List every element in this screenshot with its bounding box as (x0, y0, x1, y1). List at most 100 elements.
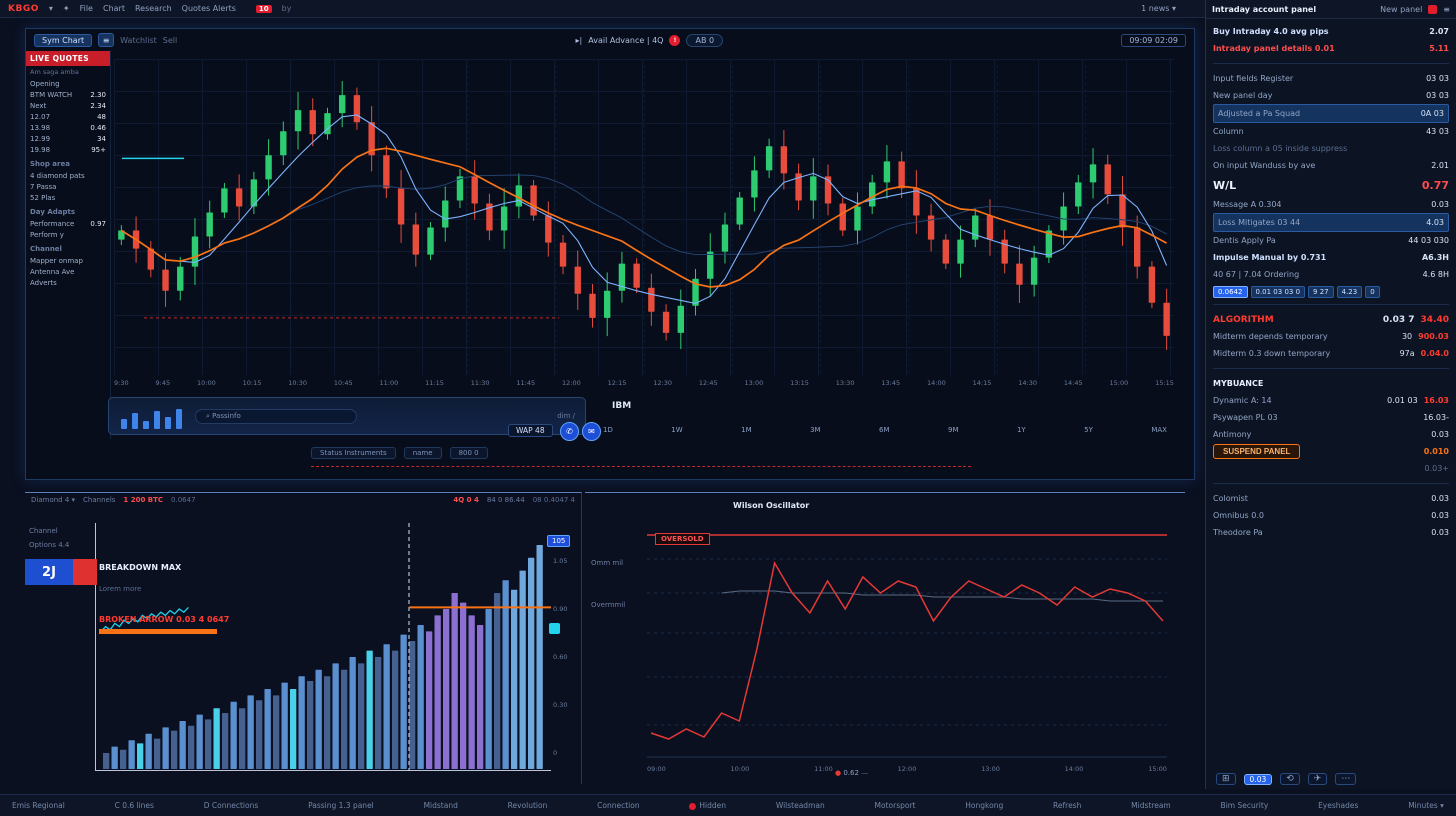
account-row[interactable]: Buy Intraday 4.0 avg pips2.07 (1213, 23, 1449, 40)
timeframe-1w[interactable]: 1W (669, 426, 684, 434)
watchlist-row[interactable]: Mapper onmap (26, 255, 110, 266)
account-row[interactable]: Midterm depends temporary30900.03 (1213, 328, 1449, 345)
watchlist-row[interactable]: 52 Plas (26, 192, 110, 203)
status-item-wilsteadman[interactable]: Wilsteadman (776, 801, 825, 810)
account-row[interactable]: Message A 0.3040.03 (1213, 196, 1449, 213)
account-row[interactable]: Midterm 0.3 down temporary97a0.04.0 (1213, 345, 1449, 362)
watchlist-row[interactable]: 4 diamond pats (26, 170, 110, 181)
status-item-emis-regional[interactable]: Emis Regional (12, 801, 65, 810)
account-row[interactable]: On input Wanduss by ave2.01 (1213, 157, 1449, 174)
value-chip[interactable]: 9 27 (1308, 286, 1334, 298)
value-chip[interactable]: 0.0642 (1213, 286, 1248, 298)
status-item-c-0-6-lines[interactable]: C 0.6 lines (115, 801, 154, 810)
call-icon[interactable]: ✆ (560, 422, 579, 441)
watchlist-row[interactable]: Performance0.97 (26, 218, 110, 229)
account-row[interactable]: 0.03+ (1213, 460, 1449, 477)
watchlist-row[interactable]: Perform y (26, 229, 110, 240)
status-item-d-connections[interactable]: D Connections (204, 801, 259, 810)
watchlist-row[interactable]: BTM WATCH2.30 (26, 89, 110, 100)
watchlist-row[interactable]: 13.980.46 (26, 122, 110, 133)
menu-item-chart[interactable]: Chart (103, 4, 125, 13)
breakdown-channels[interactable]: Channels (83, 496, 115, 504)
stats-badge[interactable]: 0.03 (1244, 774, 1273, 785)
watchlist-row[interactable]: Opening (26, 78, 110, 89)
breakdown-symbol[interactable]: Diamond 4 ▾ (31, 496, 75, 504)
grid-icon[interactable]: ⊞ (1216, 773, 1236, 785)
news-menu[interactable]: 1 news ▾ (1141, 4, 1176, 13)
watchlist-row[interactable]: 19.9895+ (26, 144, 110, 155)
chart-tab[interactable]: 800 0 (450, 447, 488, 459)
account-row[interactable]: Dentis Apply Pa44 03 030 (1213, 232, 1449, 249)
logo-caret-icon[interactable]: ▾ (49, 4, 53, 13)
alert-circle-icon[interactable]: ! (669, 35, 680, 46)
status-item-connection[interactable]: Connection (597, 801, 639, 810)
status-item-midstream[interactable]: Midstream (1131, 801, 1171, 810)
account-row[interactable]: Loss column a 05 inside suppress (1213, 140, 1449, 157)
account-row[interactable]: Input fields Register03 03 (1213, 70, 1449, 87)
wap-button[interactable]: WAP 48 (508, 424, 553, 437)
volume-bars-svg[interactable] (95, 523, 551, 771)
value-chip[interactable]: 0 (1365, 286, 1379, 298)
account-row[interactable]: Psywapen PL 0316.03- (1213, 409, 1449, 426)
search-input[interactable]: ⌕ Passinfo (195, 409, 357, 424)
refresh-icon[interactable]: ⟲ (1280, 773, 1300, 785)
watchlist-row[interactable]: 12.0748 (26, 111, 110, 122)
timeframe-1m[interactable]: 1M (739, 426, 754, 434)
status-item-motorsport[interactable]: Motorsport (875, 801, 916, 810)
watchlist-row[interactable]: Adverts (26, 277, 110, 288)
app-logo[interactable]: KBGO (8, 4, 39, 14)
account-row[interactable]: Omnibus 0.00.03 (1213, 507, 1449, 524)
candlestick-plot[interactable] (114, 59, 1174, 375)
level-chip[interactable]: 105 (547, 535, 570, 547)
account-row[interactable]: Column43 03 (1213, 123, 1449, 140)
status-item-refresh[interactable]: Refresh (1053, 801, 1081, 810)
send-icon[interactable]: ✈ (1308, 773, 1328, 785)
watchlist-row[interactable]: 7 Passa (26, 181, 110, 192)
position-size-box[interactable]: 2J (25, 559, 97, 585)
layout-menu-button[interactable]: ≡ (98, 33, 114, 47)
options-label[interactable]: Options 4.4 (29, 541, 69, 549)
symbol-chart-button[interactable]: Sym Chart (34, 34, 92, 47)
timeframe-1y[interactable]: 1Y (1015, 426, 1028, 434)
value-chip[interactable]: 4.23 (1337, 286, 1363, 298)
timeframe-3m[interactable]: 3M (808, 426, 823, 434)
status-item-bim-security[interactable]: Bim Security (1221, 801, 1269, 810)
status-item-revolution[interactable]: Revolution (508, 801, 548, 810)
status-item-hongkong[interactable]: Hongkong (965, 801, 1003, 810)
account-row[interactable]: Antimony0.03 (1213, 426, 1449, 443)
menu-item-file[interactable]: File (80, 4, 93, 13)
account-row[interactable]: Theodore Pa0.03 (1213, 524, 1449, 541)
symbol-pill[interactable]: AB 0 (686, 34, 723, 47)
account-row[interactable]: New panel day03 03 (1213, 87, 1449, 104)
panel-menu-icon[interactable]: ≡ (1443, 5, 1450, 14)
account-row[interactable]: MYBUANCE (1213, 375, 1449, 392)
channel-label[interactable]: Channel (29, 527, 58, 535)
account-row[interactable]: Intraday panel details 0.015.11 (1213, 40, 1449, 57)
mail-icon[interactable]: ✉ (582, 422, 601, 441)
watchlist-row[interactable]: Next2.34 (26, 100, 110, 111)
timeframe-max[interactable]: MAX (1149, 426, 1169, 434)
account-row[interactable]: Colomist0.03 (1213, 490, 1449, 507)
oscillator-svg[interactable] (647, 529, 1167, 761)
value-chip[interactable]: 0.01 03 03 0 (1251, 286, 1306, 298)
account-row[interactable]: ALGORITHM0.03 734.40 (1213, 311, 1449, 328)
account-row[interactable]: W/L0.77 (1213, 174, 1449, 196)
account-row[interactable]: 40 67 | 7.04 Ordering4.6 8H (1213, 266, 1449, 283)
status-item-midstand[interactable]: Midstand (424, 801, 458, 810)
status-item-hidden[interactable]: Hidden (689, 801, 726, 810)
watchlist-row[interactable]: 12.9934 (26, 133, 110, 144)
timeframe-5y[interactable]: 5Y (1082, 426, 1095, 434)
status-item-passing-1-3-panel[interactable]: Passing 1.3 panel (308, 801, 374, 810)
sell-label[interactable]: Sell (163, 36, 177, 45)
new-panel-button[interactable]: New panel (1380, 5, 1422, 14)
play-icon[interactable]: ▸| (576, 36, 583, 45)
menu-item-research[interactable]: Research (135, 4, 172, 13)
watchlist-label[interactable]: Watchlist (120, 36, 157, 45)
status-item-eyeshades[interactable]: Eyeshades (1318, 801, 1358, 810)
account-row[interactable]: Impulse Manual by 0.731A6.3H (1213, 249, 1449, 266)
account-row[interactable]: Loss Mitigates 03 444.03 (1213, 213, 1449, 232)
timeframe-1d[interactable]: 1D (601, 426, 615, 434)
menu-item-quotes-alerts[interactable]: Quotes Alerts (182, 4, 236, 13)
chart-tab[interactable]: Status Instruments (311, 447, 396, 459)
status-item-minutes-[interactable]: Minutes ▾ (1408, 801, 1444, 810)
